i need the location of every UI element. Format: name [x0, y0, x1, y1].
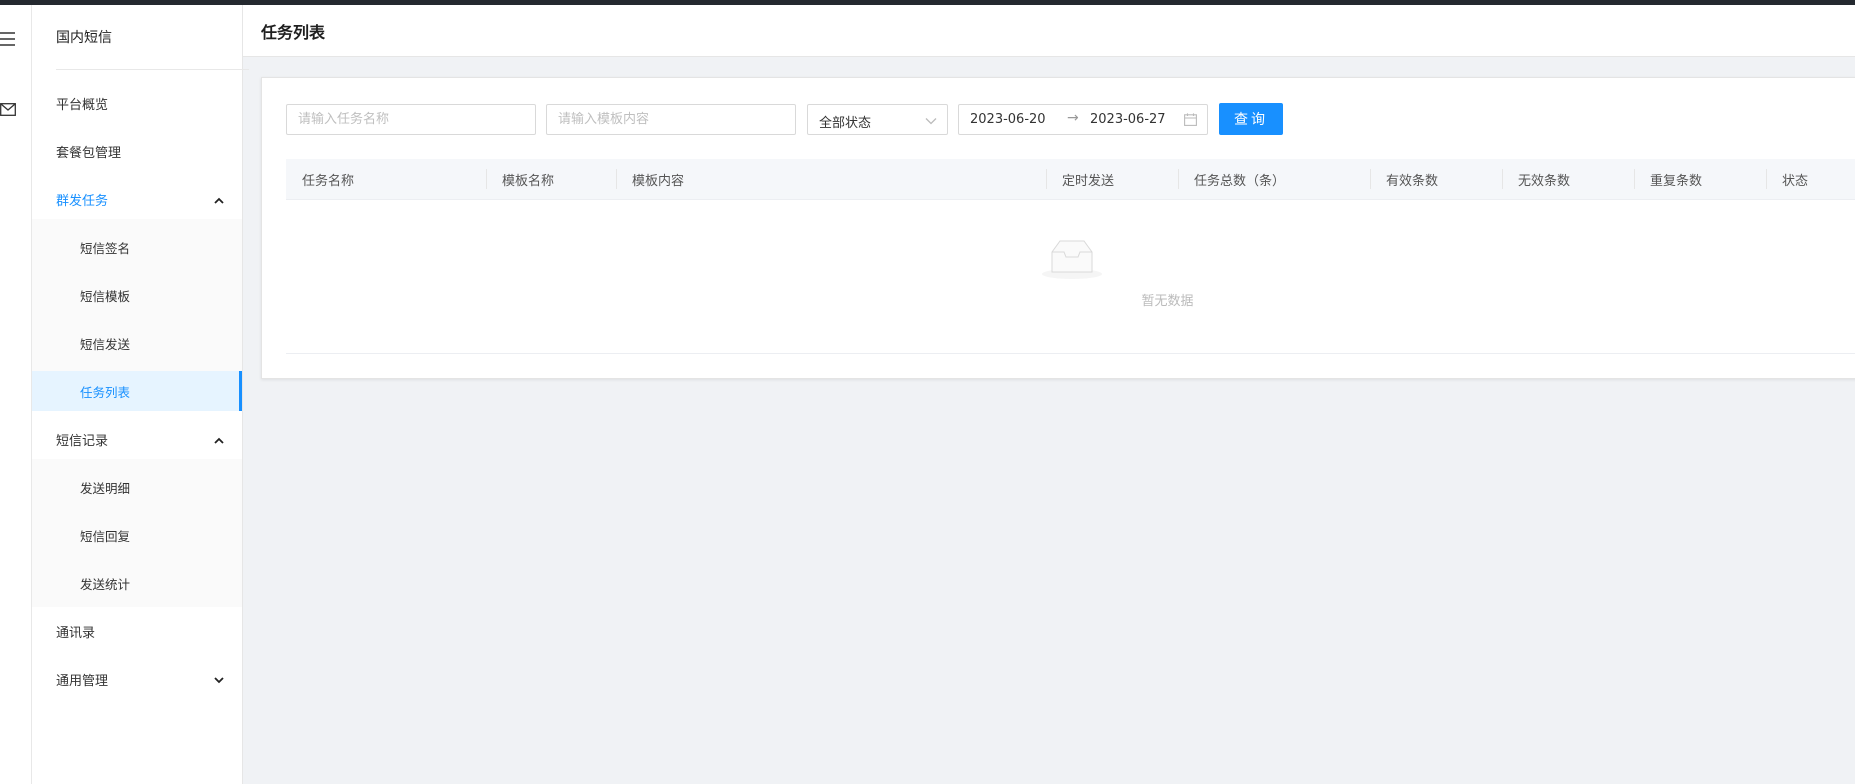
column-divider	[1634, 169, 1635, 189]
sidebar-group-sms-records[interactable]: 短信记录	[32, 419, 242, 459]
sidebar-item-label: 短信模板	[80, 288, 131, 304]
column-header-task-total: 任务总数（条）	[1194, 174, 1286, 189]
sidebar-item-label: 通讯录	[56, 625, 96, 641]
page-title: 任务列表	[261, 23, 326, 42]
column-header-duplicate-count: 重复条数	[1650, 174, 1703, 189]
sidebar-item-task-list[interactable]: 任务列表	[32, 371, 242, 411]
date-start[interactable]: 2023-06-20	[970, 112, 1046, 127]
sidebar-item-sms-template[interactable]: 短信模板	[32, 275, 242, 315]
chevron-up-icon	[214, 433, 224, 448]
column-header-template-content: 模板内容	[632, 174, 685, 189]
sidebar-group-mass-task[interactable]: 群发任务	[32, 179, 242, 219]
sidebar: 国内短信 平台概览 套餐包管理 群发任务 短信签名 短信模板 短信发送 任务列表…	[32, 5, 249, 784]
column-header-invalid-count: 无效条数	[1518, 174, 1571, 189]
chevron-up-icon	[214, 193, 224, 208]
column-header-scheduled-send: 定时发送	[1062, 174, 1115, 189]
sidebar-item-send-details[interactable]: 发送明细	[32, 467, 242, 507]
table-header: 任务名称 模板名称 模板内容 定时发送 任务总数（条） 有效条数 无效条数 重复…	[286, 159, 1855, 200]
column-divider	[1370, 169, 1371, 189]
task-name-input[interactable]	[286, 104, 536, 135]
task-list-card: 全部状态 2023-06-20 → 2023-06-27 查询 任务名称 模板名…	[261, 77, 1855, 379]
sidebar-item-label: 短信发送	[80, 336, 131, 352]
sidebar-group-general-management[interactable]: 通用管理	[32, 659, 242, 699]
column-divider	[1766, 169, 1767, 189]
sidebar-item-sms-send[interactable]: 短信发送	[32, 323, 242, 363]
sidebar-item-label: 短信签名	[80, 240, 131, 256]
page-header: 任务列表	[243, 5, 1855, 57]
column-header-template-name: 模板名称	[502, 174, 555, 189]
sidebar-item-label: 短信回复	[80, 528, 131, 544]
sidebar-item-label: 发送统计	[80, 576, 131, 592]
empty-state-text: 暂无数据	[1141, 294, 1194, 309]
table-bottom-border	[286, 353, 1855, 354]
sidebar-divider	[56, 69, 249, 70]
column-divider	[1178, 169, 1179, 189]
sidebar-item-label: 任务列表	[80, 384, 131, 400]
column-header-status: 状态	[1782, 174, 1809, 189]
status-select[interactable]: 全部状态	[807, 104, 948, 135]
empty-inbox-icon	[1040, 238, 1104, 284]
sidebar-item-overview[interactable]: 平台概览	[32, 83, 242, 123]
template-content-input[interactable]	[546, 104, 796, 135]
column-header-valid-count: 有效条数	[1386, 174, 1439, 189]
sidebar-item-send-stats[interactable]: 发送统计	[32, 563, 242, 603]
column-divider	[616, 169, 617, 189]
calendar-icon	[1184, 113, 1197, 130]
status-select-value: 全部状态	[819, 116, 872, 131]
sidebar-item-label: 群发任务	[56, 193, 109, 209]
sidebar-item-label: 短信记录	[56, 433, 109, 449]
chevron-down-icon	[925, 114, 937, 129]
sidebar-title: 国内短信	[56, 30, 112, 46]
sidebar-item-label: 发送明细	[80, 480, 131, 496]
date-end[interactable]: 2023-06-27	[1090, 112, 1166, 127]
sidebar-item-sms-signature[interactable]: 短信签名	[32, 227, 242, 267]
icon-rail	[0, 5, 32, 784]
sidebar-item-label: 通用管理	[56, 673, 109, 689]
chevron-down-icon	[214, 673, 224, 688]
sidebar-item-label: 平台概览	[56, 97, 109, 113]
date-range-picker[interactable]: 2023-06-20 → 2023-06-27	[958, 104, 1208, 135]
mail-icon[interactable]	[0, 101, 16, 120]
column-divider	[486, 169, 487, 189]
column-header-task-name: 任务名称	[302, 174, 355, 189]
query-button[interactable]: 查询	[1219, 103, 1283, 135]
sidebar-item-packages[interactable]: 套餐包管理	[32, 131, 242, 171]
column-divider	[1046, 169, 1047, 189]
sidebar-item-contacts[interactable]: 通讯录	[32, 611, 242, 651]
column-divider	[1502, 169, 1503, 189]
sidebar-item-sms-reply[interactable]: 短信回复	[32, 515, 242, 555]
date-separator: →	[1067, 110, 1079, 126]
sidebar-item-label: 套餐包管理	[56, 145, 122, 161]
menu-icon[interactable]	[0, 31, 16, 50]
